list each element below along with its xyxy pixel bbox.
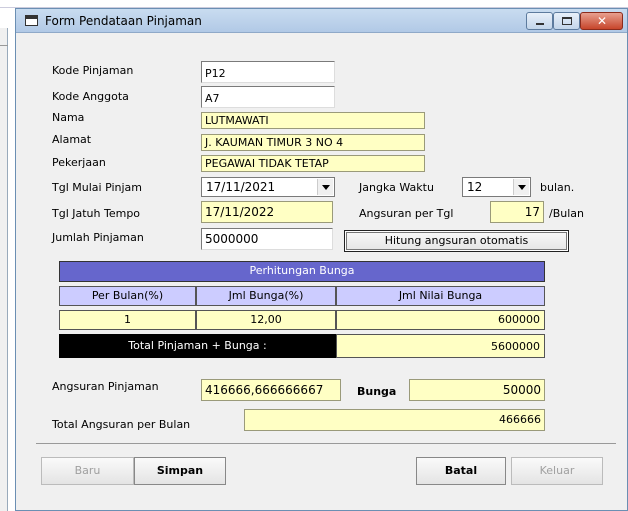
column-header: Jml Bunga(%) <box>196 286 336 306</box>
keluar-button[interactable]: Keluar <box>511 457 603 485</box>
jumlah-pinjaman-input[interactable]: 5000000 <box>201 228 333 250</box>
jangka-waktu-label: Jangka Waktu <box>359 181 434 194</box>
tgl-jatuh-tempo-label: Tgl Jatuh Tempo <box>52 207 141 220</box>
bulan-suffix: bulan. <box>540 181 575 194</box>
tgl-mulai-value: 17/11/2021 <box>206 180 276 194</box>
pekerjaan-input[interactable]: PEGAWAI TIDAK TETAP <box>201 155 425 172</box>
tgl-mulai-label: Tgl Mulai Pinjam <box>52 181 142 194</box>
hitung-angsuran-button[interactable]: Hitung angsuran otomatis <box>344 230 569 252</box>
angsuran-pinjaman-input[interactable]: 416666,666666667 <box>201 379 341 401</box>
angsuran-pinjaman-label: Angsuran Pinjaman <box>52 380 159 393</box>
tgl-mulai-picker[interactable]: 17/11/2021 <box>201 177 335 197</box>
per-bulan-suffix: /Bulan <box>549 207 584 220</box>
bunga-table-title: Perhitungan Bunga <box>59 261 545 282</box>
kode-pinjaman-label: Kode Pinjaman <box>52 64 134 77</box>
angsuran-per-tgl-input[interactable]: 17 <box>490 201 544 223</box>
jangka-waktu-value: 12 <box>467 180 483 194</box>
maximize-icon <box>562 17 572 25</box>
separator <box>36 443 616 444</box>
kode-anggota-input[interactable]: A7 <box>201 86 335 108</box>
window-icon <box>25 15 38 26</box>
background-window-edge-left <box>0 28 8 511</box>
kode-pinjaman-input[interactable]: P12 <box>201 61 335 83</box>
table-cell-jml-bunga[interactable]: 12,00 <box>196 310 336 330</box>
jumlah-pinjaman-label: Jumlah Pinjaman <box>52 231 144 244</box>
window-title: Form Pendataan Pinjaman <box>45 14 202 28</box>
maximize-button[interactable] <box>553 12 580 30</box>
column-header: Per Bulan(%) <box>59 286 196 306</box>
table-cell-per-bulan[interactable]: 1 <box>59 310 196 330</box>
total-angsuran-input[interactable]: 466666 <box>244 409 545 431</box>
background-window-line <box>0 45 8 46</box>
close-button[interactable]: ✕ <box>580 12 623 30</box>
total-angsuran-label: Total Angsuran per Bulan <box>52 418 191 431</box>
nama-label: Nama <box>52 111 85 124</box>
pekerjaan-label: Pekerjaan <box>52 156 106 169</box>
batal-button[interactable]: Batal <box>416 457 506 485</box>
background-window-edge <box>0 0 628 8</box>
close-icon: ✕ <box>597 14 608 28</box>
simpan-button[interactable]: Simpan <box>134 457 226 485</box>
total-pinjaman-label: Total Pinjaman + Bunga : <box>59 334 336 358</box>
nama-input[interactable]: LUTMAWATI <box>201 112 425 129</box>
title-bar[interactable]: Form Pendataan Pinjaman ✕ <box>16 9 627 33</box>
jangka-waktu-select[interactable]: 12 <box>462 177 531 197</box>
minimize-button[interactable] <box>526 12 553 30</box>
column-header: Jml Nilai Bunga <box>336 286 545 306</box>
minimize-icon <box>536 23 544 25</box>
bunga-input[interactable]: 50000 <box>409 379 545 401</box>
alamat-input[interactable]: J. KAUMAN TIMUR 3 NO 4 <box>201 134 425 151</box>
baru-button[interactable]: Baru <box>41 457 134 485</box>
kode-anggota-label: Kode Anggota <box>52 90 129 103</box>
angsuran-per-tgl-label: Angsuran per Tgl <box>359 207 454 220</box>
chevron-down-icon[interactable] <box>317 179 333 195</box>
total-pinjaman-value[interactable]: 5600000 <box>336 334 545 358</box>
bunga-label: Bunga <box>357 385 397 398</box>
chevron-down-icon[interactable] <box>513 179 529 195</box>
table-cell-jml-nilai-bunga[interactable]: 600000 <box>336 310 545 330</box>
form-window: Form Pendataan Pinjaman ✕ Kode Pinjaman … <box>15 8 628 511</box>
alamat-label: Alamat <box>52 133 92 146</box>
tgl-jatuh-tempo-input[interactable]: 17/11/2022 <box>201 201 333 223</box>
